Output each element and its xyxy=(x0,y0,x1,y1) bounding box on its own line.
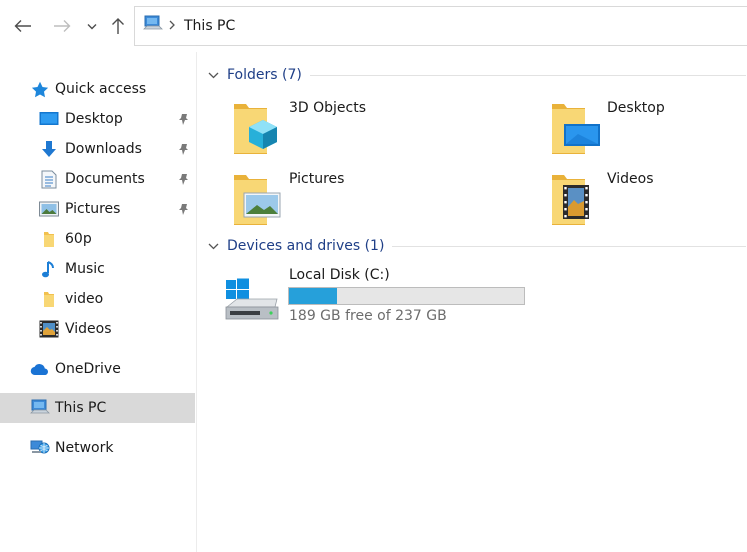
sidebar-item-60p[interactable]: 60p xyxy=(0,224,195,254)
pin-icon[interactable] xyxy=(176,141,192,157)
drive-usage-fill xyxy=(289,288,337,304)
address-bar[interactable]: This PC xyxy=(134,6,747,46)
navigation-pane: Quick access Desktop Downloads Documents xyxy=(0,52,197,552)
breadcrumb-this-pc[interactable]: This PC xyxy=(184,18,235,34)
folder-tile-desktop[interactable]: Desktop xyxy=(551,98,747,158)
sidebar-item-onedrive[interactable]: OneDrive xyxy=(0,354,195,384)
folder-icon xyxy=(39,289,59,309)
sidebar-item-video[interactable]: video xyxy=(0,284,195,314)
star-icon xyxy=(30,79,50,99)
forward-button[interactable] xyxy=(49,13,75,39)
folders-group-header[interactable]: Folders (7) xyxy=(206,65,746,85)
windows-drive-icon xyxy=(225,278,279,320)
3d-objects-folder-icon xyxy=(234,104,277,154)
devices-group-header[interactable]: Devices and drives (1) xyxy=(206,236,746,256)
pin-icon[interactable] xyxy=(176,201,192,217)
drive-tile-local-disk-c[interactable]: Local Disk (C:) 189 GB free of 237 GB xyxy=(224,265,544,329)
videos-folder-icon xyxy=(552,175,589,225)
folder-icon xyxy=(39,229,59,249)
this-pc-icon xyxy=(143,15,163,37)
arrow-up-icon xyxy=(112,18,124,34)
chevron-down-icon[interactable] xyxy=(206,239,220,253)
pin-icon[interactable] xyxy=(176,111,192,127)
recent-locations-button[interactable] xyxy=(80,13,104,39)
sidebar-item-pictures[interactable]: Pictures xyxy=(0,194,195,224)
desktop-icon xyxy=(39,109,59,129)
cloud-icon xyxy=(30,359,50,379)
download-arrow-icon xyxy=(39,139,59,159)
chevron-down-icon[interactable] xyxy=(206,68,220,82)
sidebar-item-this-pc[interactable]: This PC xyxy=(0,393,195,423)
desktop-folder-icon xyxy=(552,104,600,154)
pictures-icon xyxy=(39,199,59,219)
up-button[interactable] xyxy=(105,13,131,39)
drive-usage-bar xyxy=(288,287,525,305)
breadcrumb-chevron-icon[interactable] xyxy=(169,18,175,34)
pin-icon[interactable] xyxy=(176,171,192,187)
network-icon xyxy=(30,438,50,458)
folder-tile-pictures[interactable]: Pictures xyxy=(233,169,533,229)
sidebar-item-documents[interactable]: Documents xyxy=(0,164,195,194)
music-note-icon xyxy=(39,259,59,279)
group-divider xyxy=(392,245,746,247)
pictures-folder-icon xyxy=(234,175,281,225)
folder-tile-3d-objects[interactable]: 3D Objects xyxy=(233,98,533,158)
sidebar-item-desktop[interactable]: Desktop xyxy=(0,104,195,134)
sidebar-item-network[interactable]: Network xyxy=(0,433,195,463)
folder-tile-videos[interactable]: Videos xyxy=(551,169,747,229)
this-pc-icon xyxy=(30,398,50,418)
chevron-down-icon xyxy=(87,23,97,29)
sidebar-item-music[interactable]: Music xyxy=(0,254,195,284)
navigation-bar: This PC xyxy=(0,0,747,52)
back-button[interactable] xyxy=(10,13,36,39)
sidebar-item-videos[interactable]: Videos xyxy=(0,314,195,344)
arrow-right-icon xyxy=(54,20,71,32)
sidebar-item-quick-access[interactable]: Quick access xyxy=(0,74,195,104)
sidebar-item-downloads[interactable]: Downloads xyxy=(0,134,195,164)
group-divider xyxy=(309,74,746,76)
documents-icon xyxy=(39,169,59,189)
videos-icon xyxy=(39,319,59,339)
arrow-left-icon xyxy=(14,20,31,32)
